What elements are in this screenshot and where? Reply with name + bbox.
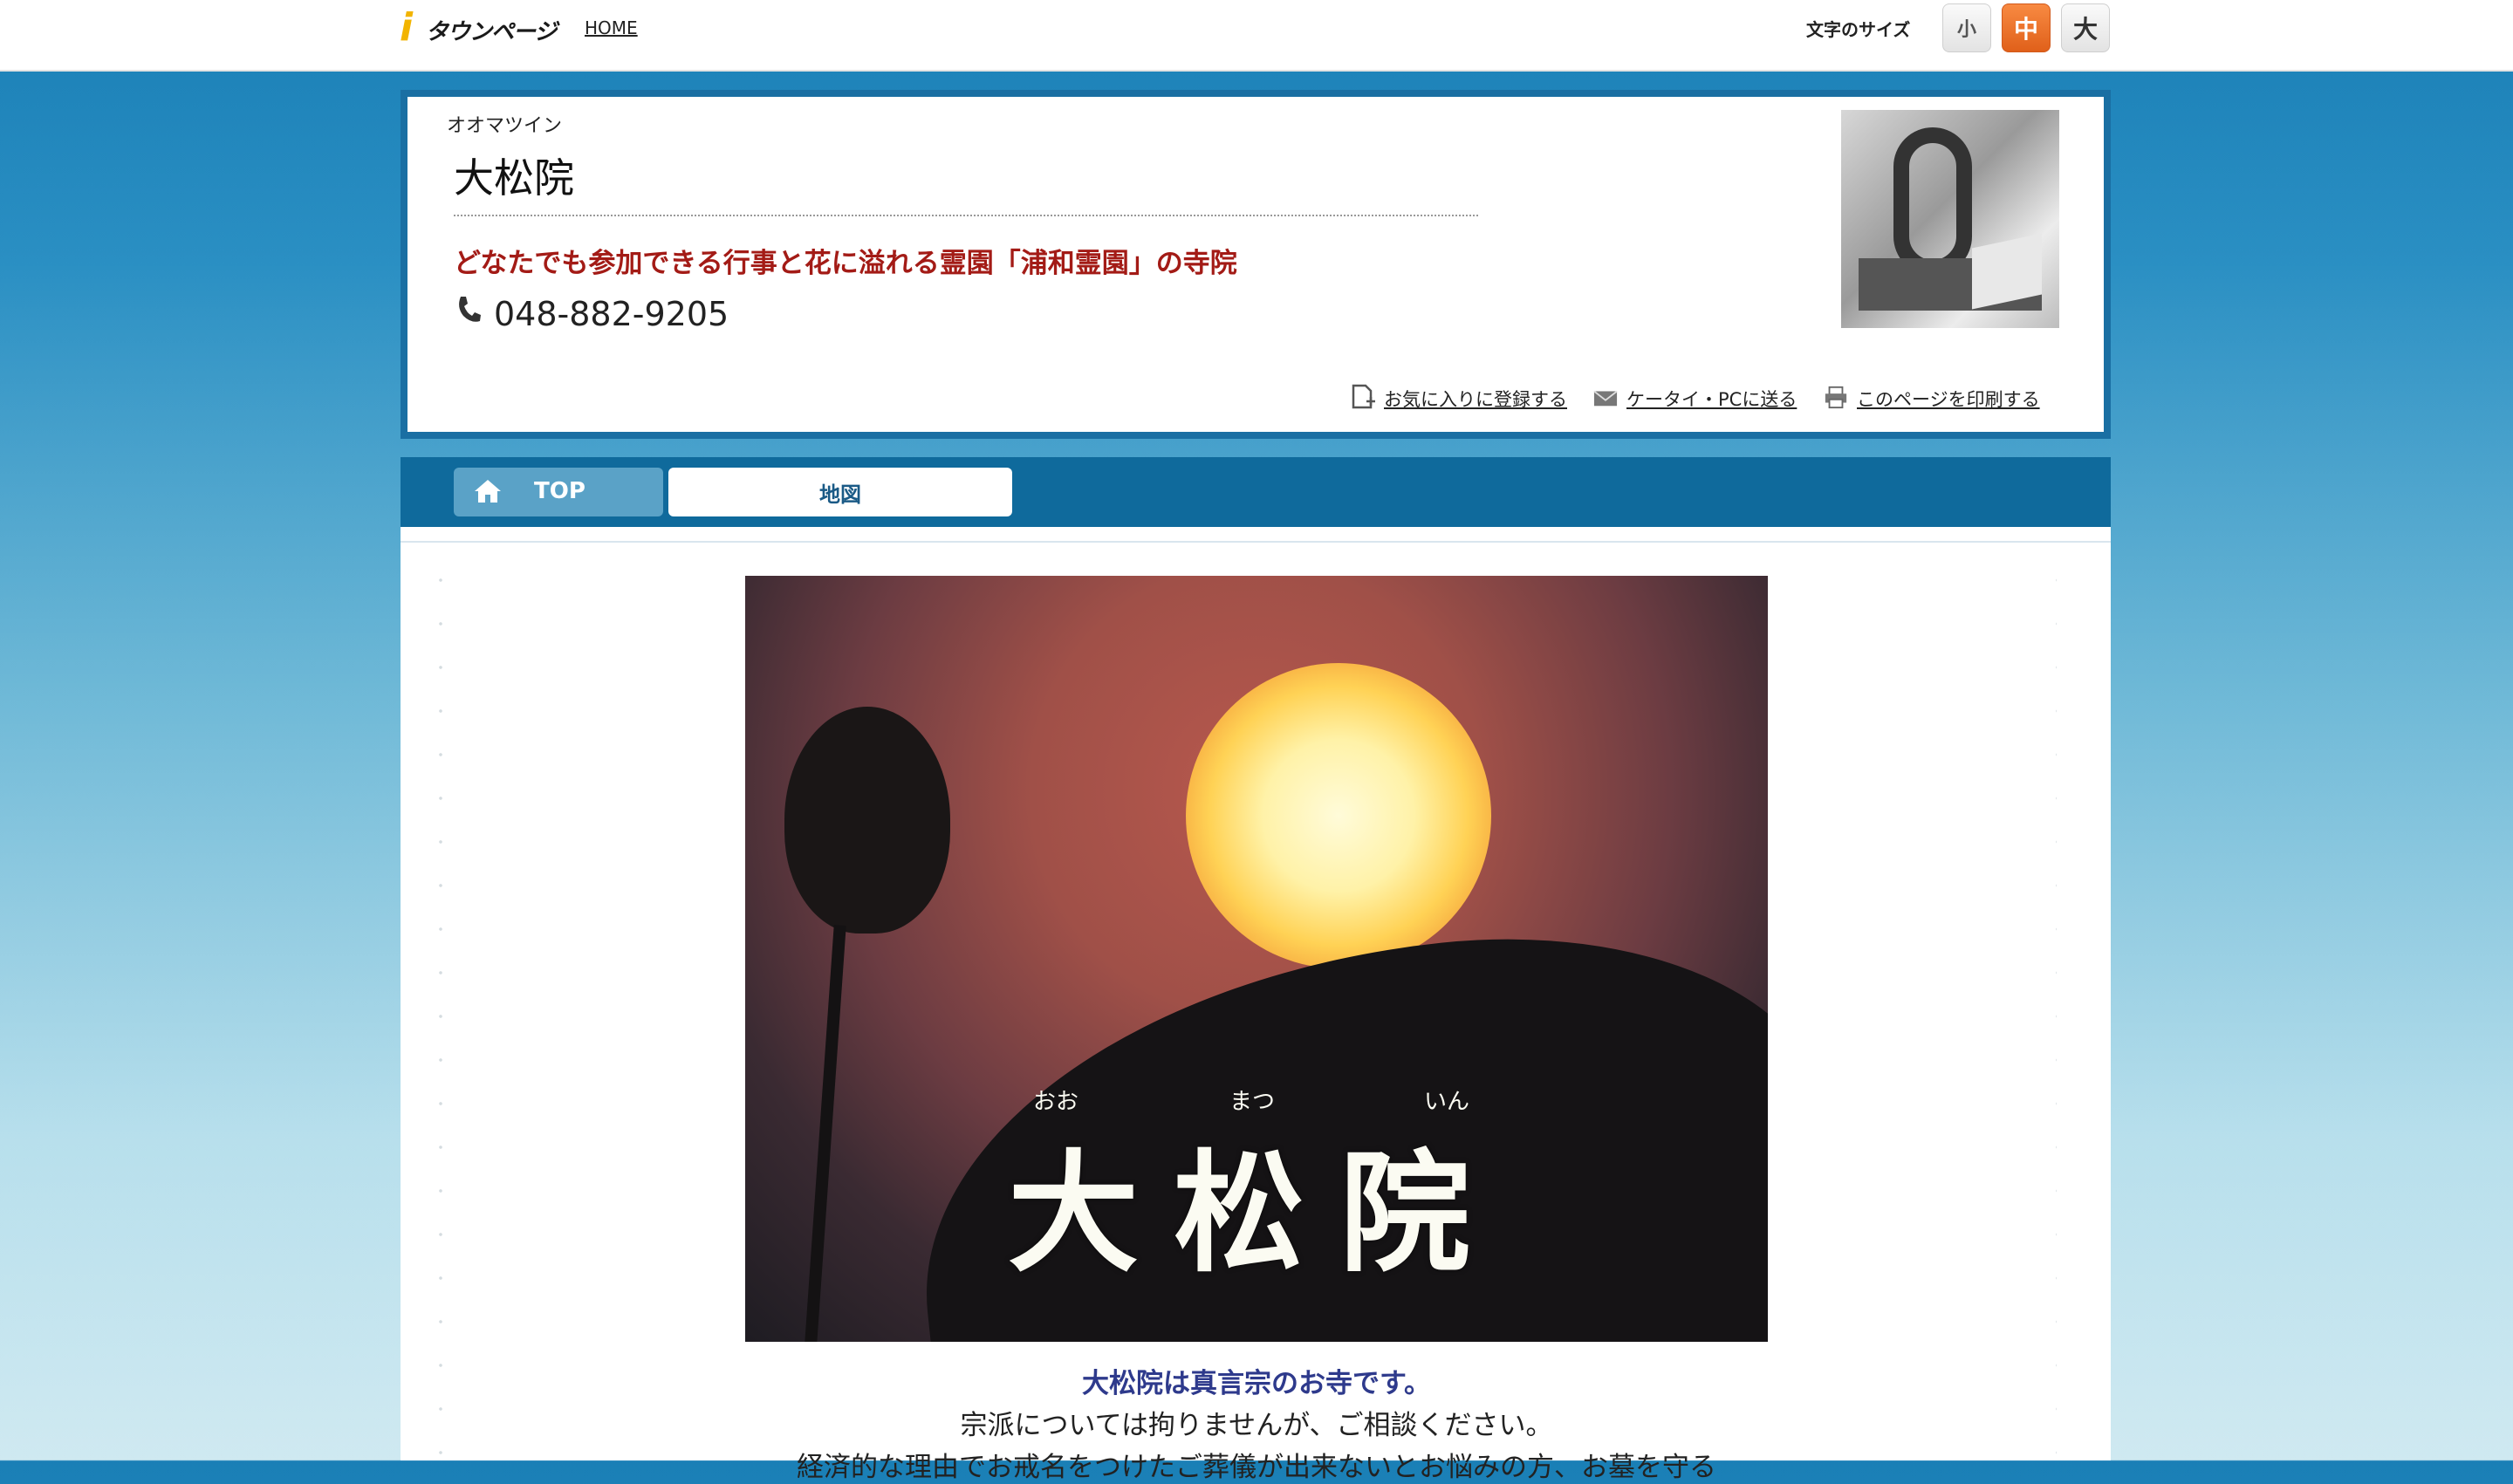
phone-icon <box>459 297 481 322</box>
lotus-pod-silhouette <box>784 707 950 933</box>
top-bar: i タウンページ HOME 文字のサイズ 小 中 大 <box>0 0 2513 72</box>
font-size-large-button[interactable]: 大 <box>2061 3 2110 52</box>
tab-top-label: TOP <box>534 478 585 504</box>
business-catchphrase: どなたでも参加できる行事と花に溢れる霊園「浦和霊園」の寺院 <box>454 248 1237 279</box>
logo-text: タウンページ <box>426 19 557 45</box>
add-favorite-link[interactable]: お気に入りに登録する <box>1384 386 1567 412</box>
intro-line-2: 宗派については拘りませんが、ご相談ください。 <box>960 1410 1553 1441</box>
print-icon <box>1825 386 1847 409</box>
font-size-medium-button[interactable]: 中 <box>2002 3 2051 52</box>
font-size-label: 文字のサイズ <box>1806 19 1911 40</box>
home-link[interactable]: HOME <box>585 17 638 38</box>
intro-line-1: 大松院は真言宗のお寺です。 <box>1082 1368 1431 1399</box>
phone-number[interactable]: 048-882-9205 <box>494 295 729 333</box>
mail-icon <box>1593 390 1618 407</box>
header-divider <box>454 215 1478 216</box>
tab-top[interactable]: TOP <box>454 468 663 516</box>
font-size-small-button[interactable]: 小 <box>1942 3 1991 52</box>
thumbnail-monument <box>1893 127 1972 276</box>
bookmark-add-icon <box>1352 384 1375 409</box>
hero-title: 大松院 <box>1007 1137 1505 1290</box>
send-to-phone-link[interactable]: ケータイ・PCに送る <box>1626 386 1797 412</box>
print-page-link[interactable]: このページを印刷する <box>1857 386 2040 412</box>
business-kana: オオマツイン <box>447 115 563 137</box>
business-name: 大松院 <box>454 154 574 202</box>
business-thumbnail <box>1841 110 2059 328</box>
tab-map[interactable]: 地図 <box>668 468 1012 516</box>
sunset-sun <box>1186 663 1491 968</box>
hero-image: おお まつ いん 大松院 <box>745 576 1768 1342</box>
logo-mark-icon: i <box>400 5 414 50</box>
townpage-logo[interactable]: i タウンページ <box>400 2 557 50</box>
home-icon <box>475 480 501 503</box>
nav-underline <box>401 527 2111 543</box>
intro-line-3: 経済的な理由でお戒名をつけたご葬儀が出来ないとお悩みの方、お墓を守る <box>797 1452 1716 1483</box>
